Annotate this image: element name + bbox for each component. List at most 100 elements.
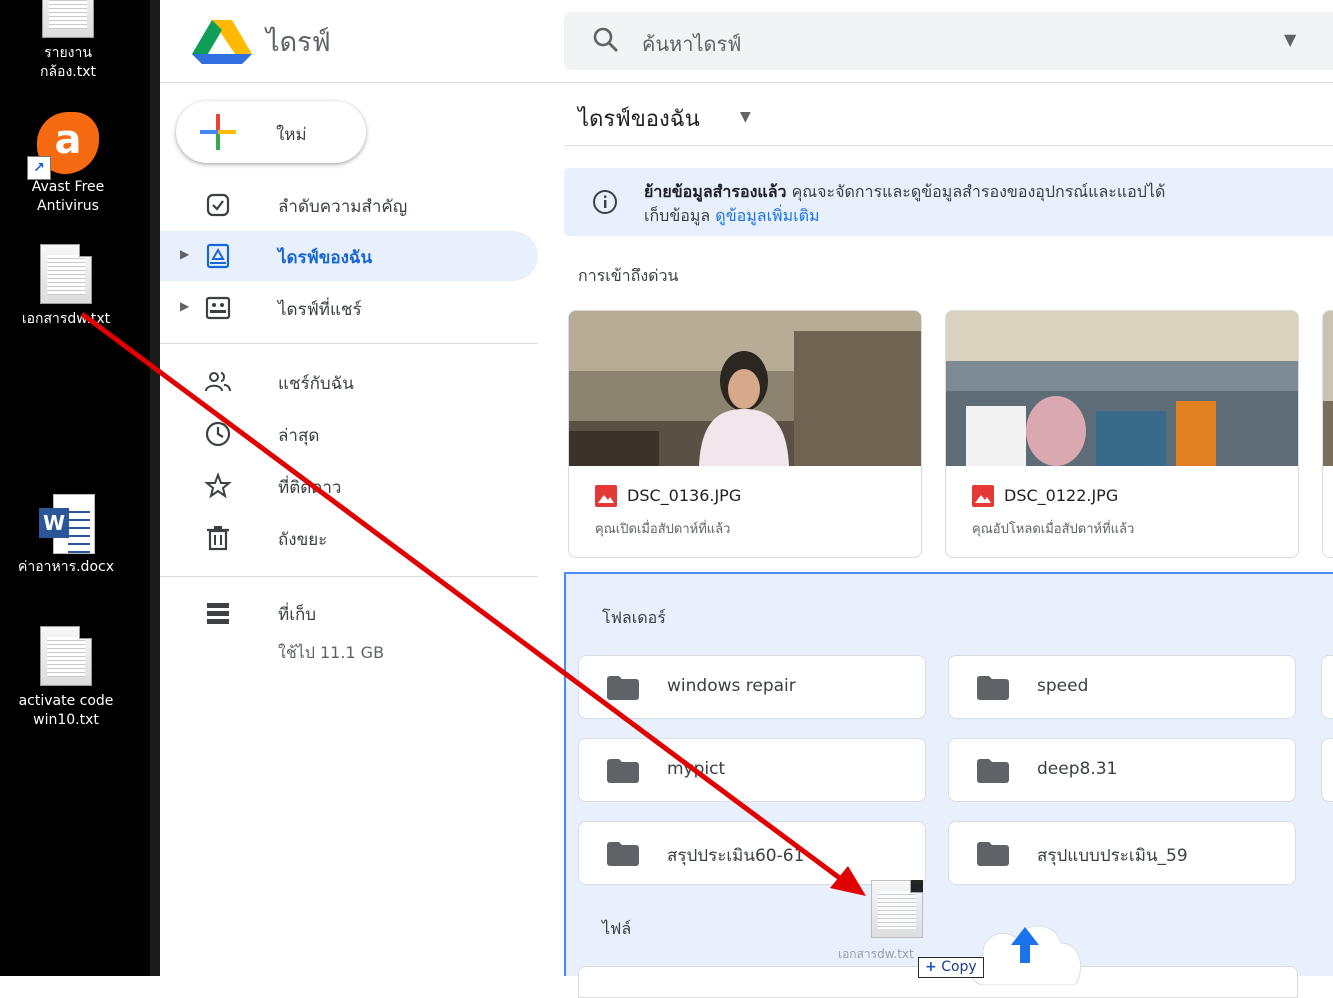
main-content: ไดรฟ์ของฉัน ▼ ย้ายข้อมูลสำรองแล้ว คุณจะจ… bbox=[540, 83, 1333, 998]
files-heading: ไฟล์ bbox=[602, 919, 632, 938]
word-document-icon: W bbox=[39, 494, 95, 554]
folder-item[interactable]: สรุปแบบประเมิน_59 bbox=[948, 821, 1296, 885]
sidebar-item-shared-drives[interactable]: ▶ ไดรฟ์ที่แชร์ bbox=[160, 283, 538, 333]
quick-access-card[interactable]: DSC_0122.JPG คุณอัปโหลดเมื่อสัปดาห์ที่แล… bbox=[945, 310, 1299, 558]
sidebar-item-shared-with-me[interactable]: แชร์กับฉัน bbox=[160, 357, 538, 407]
folders-heading: โฟลเดอร์ bbox=[602, 608, 666, 627]
photo-thumbnail bbox=[1323, 311, 1333, 466]
desktop-icon-label: Avast Free bbox=[31, 179, 105, 195]
desktop-icon-doc-txt[interactable]: เอกสารdw.txt bbox=[0, 244, 132, 329]
folder-name: deep8.31 bbox=[1037, 759, 1118, 779]
new-button-label: ใหม่ bbox=[276, 125, 307, 145]
banner-text: ย้ายข้อมูลสำรองแล้ว คุณจะจัดการและดูข้อม… bbox=[644, 180, 1165, 205]
search-input[interactable]: ค้นหาไดรฟ์ bbox=[642, 28, 741, 60]
banner-body: คุณจะจัดการและดูข้อมูลสำรองของอุปกรณ์และ… bbox=[786, 182, 1166, 201]
text-file-icon bbox=[40, 626, 92, 686]
folder-item[interactable]: speed bbox=[948, 655, 1296, 719]
file-activity: คุณอัปโหลดเมื่อสัปดาห์ที่แล้ว bbox=[972, 522, 1135, 537]
photo-thumbnail bbox=[946, 311, 1298, 466]
sidebar-item-starred[interactable]: ที่ติดดาว bbox=[160, 461, 538, 511]
google-drive-logo-icon[interactable] bbox=[192, 20, 252, 64]
folder-icon bbox=[607, 842, 639, 866]
desktop-icon-report-txt[interactable]: รายงาน กล้อง.txt bbox=[2, 0, 134, 82]
sidebar-divider bbox=[160, 576, 538, 577]
folder-name: speed bbox=[1037, 676, 1089, 696]
text-file-icon bbox=[42, 0, 94, 38]
desktop-icon-label: activate code bbox=[18, 693, 114, 709]
sidebar: ใหม่ ลำดับความสำคัญ ▶ ไดรฟ์ของฉัน ▶ ไดรฟ… bbox=[160, 83, 540, 976]
desktop-icon-avast[interactable]: a ↗ Avast Free Antivirus bbox=[2, 112, 134, 216]
banner-text-line2: เก็บข้อมูล ดูข้อมูลเพิ่มเติม bbox=[644, 204, 820, 229]
folder-icon bbox=[607, 676, 639, 700]
priority-icon bbox=[206, 193, 230, 217]
breadcrumb-caret-icon[interactable]: ▼ bbox=[740, 109, 751, 125]
quick-access-card[interactable]: DSC_0136.JPG คุณเปิดเมื่อสัปดาห์ที่แล้ว bbox=[568, 310, 922, 558]
sidebar-item-trash[interactable]: ถังขยะ bbox=[160, 513, 538, 563]
info-banner: ย้ายข้อมูลสำรองแล้ว คุณจะจัดการและดูข้อม… bbox=[564, 168, 1333, 236]
quick-access-card-partial[interactable] bbox=[1322, 310, 1333, 558]
photo-thumbnail bbox=[569, 311, 921, 466]
sidebar-item-label: ลำดับความสำคัญ bbox=[278, 197, 408, 217]
star-icon bbox=[204, 472, 232, 499]
desktop-icon-label: รายงาน bbox=[44, 45, 92, 61]
folder-name: windows repair bbox=[667, 676, 796, 696]
folder-item-partial[interactable] bbox=[1321, 738, 1333, 802]
folder-item-partial[interactable] bbox=[1321, 655, 1333, 719]
new-button[interactable]: ใหม่ bbox=[176, 101, 366, 163]
sidebar-divider bbox=[160, 343, 538, 344]
window-border bbox=[150, 0, 160, 976]
search-options-caret-icon[interactable]: ▼ bbox=[1284, 30, 1296, 49]
drive-header: ไดรฟ์ ค้นหาไดรฟ์ ▼ bbox=[160, 0, 1333, 83]
drop-zone[interactable]: โฟลเดอร์ windows repair speed mypict dee… bbox=[564, 572, 1333, 998]
sidebar-item-label: ที่เก็บ bbox=[278, 605, 317, 625]
shared-with-me-icon bbox=[205, 372, 231, 392]
folder-item[interactable]: mypict bbox=[578, 738, 926, 802]
sidebar-item-priority[interactable]: ลำดับความสำคัญ bbox=[160, 180, 538, 230]
sidebar-item-label: แชร์กับฉัน bbox=[278, 374, 354, 394]
storage-icon bbox=[207, 603, 229, 624]
expand-arrow-icon[interactable]: ▶ bbox=[180, 247, 189, 261]
desktop-icon-label: ค่าอาหาร.docx bbox=[18, 559, 114, 575]
file-name: DSC_0122.JPG bbox=[1004, 486, 1119, 505]
clock-icon bbox=[205, 421, 231, 447]
sidebar-item-label: ไดรฟ์ของฉัน bbox=[278, 248, 373, 268]
breadcrumb[interactable]: ไดรฟ์ของฉัน bbox=[578, 101, 700, 136]
sidebar-item-label: ไดรฟ์ที่แชร์ bbox=[278, 300, 362, 320]
folder-item[interactable]: windows repair bbox=[578, 655, 926, 719]
desktop-icon-label: Antivirus bbox=[37, 198, 99, 214]
dragged-file-name: เอกสารdw.txt bbox=[838, 947, 914, 961]
folder-icon bbox=[977, 842, 1009, 866]
quick-access-heading: การเข้าถึงด่วน bbox=[578, 266, 679, 285]
app-title: ไดรฟ์ bbox=[266, 27, 331, 58]
dragged-file[interactable] bbox=[862, 880, 932, 944]
sidebar-item-storage[interactable]: ที่เก็บ bbox=[160, 588, 538, 638]
desktop-icon-food-docx[interactable]: W ค่าอาหาร.docx bbox=[0, 494, 132, 577]
search-icon[interactable] bbox=[592, 26, 620, 54]
desktop-strip: รายงาน กล้อง.txt a ↗ Avast Free Antivirus… bbox=[0, 0, 150, 976]
header-divider bbox=[564, 145, 1333, 146]
trash-icon bbox=[207, 526, 229, 551]
folder-item[interactable]: deep8.31 bbox=[948, 738, 1296, 802]
banner-title: ย้ายข้อมูลสำรองแล้ว bbox=[644, 182, 787, 201]
folder-icon bbox=[607, 759, 639, 783]
sidebar-item-recent[interactable]: ล่าสุด bbox=[160, 409, 538, 459]
copy-drag-badge: + Copy bbox=[918, 957, 984, 978]
desktop-icon-activate-txt[interactable]: activate code win10.txt bbox=[0, 626, 132, 730]
folder-name: สรุปแบบประเมิน_59 bbox=[1037, 846, 1188, 866]
search-box[interactable]: ค้นหาไดรฟ์ ▼ bbox=[564, 12, 1333, 70]
storage-used-text: ใช้ไป 11.1 GB bbox=[278, 643, 385, 662]
desktop-icon-label: win10.txt bbox=[33, 712, 99, 728]
text-file-icon bbox=[40, 244, 92, 304]
banner-body-line2: เก็บข้อมูล bbox=[644, 206, 716, 225]
folder-icon bbox=[977, 676, 1009, 700]
copy-plus-icon: + bbox=[925, 959, 937, 975]
sidebar-item-my-drive[interactable]: ▶ ไดรฟ์ของฉัน bbox=[160, 231, 538, 281]
folder-item[interactable]: สรุปประเมิน60-61 bbox=[578, 821, 926, 885]
shortcut-arrow-icon: ↗ bbox=[27, 156, 51, 180]
expand-arrow-icon[interactable]: ▶ bbox=[180, 299, 189, 313]
learn-more-link[interactable]: ดูข้อมูลเพิ่มเติม bbox=[715, 206, 819, 225]
file-activity: คุณเปิดเมื่อสัปดาห์ที่แล้ว bbox=[595, 522, 731, 537]
plus-icon bbox=[200, 114, 236, 150]
shared-drives-icon bbox=[205, 296, 231, 320]
desktop-icon-label: กล้อง.txt bbox=[39, 64, 96, 80]
